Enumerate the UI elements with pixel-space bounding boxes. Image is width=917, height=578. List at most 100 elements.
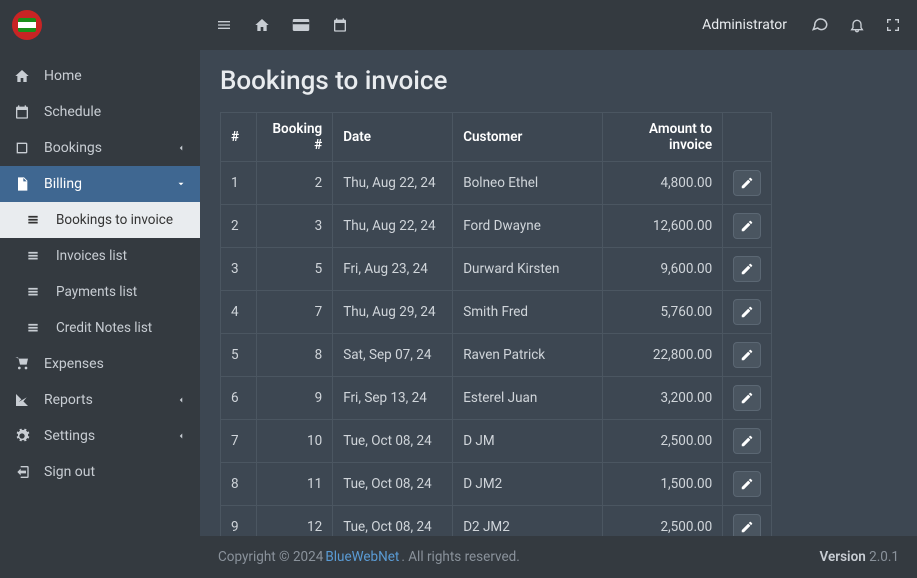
sidebar-item-invoices-list[interactable]: Invoices list bbox=[0, 238, 200, 274]
sidebar-item-signout[interactable]: Sign out bbox=[0, 454, 200, 490]
pencil-icon bbox=[740, 219, 754, 233]
chevron-left-icon bbox=[176, 431, 186, 441]
calendar-icon[interactable] bbox=[332, 17, 348, 33]
cart-icon bbox=[14, 356, 34, 372]
calendar-icon bbox=[14, 104, 34, 120]
footer-copyright-suffix: . All rights reserved. bbox=[401, 549, 519, 565]
cell-customer: Esterel Juan bbox=[453, 377, 603, 420]
footer-version-number: 2.0.1 bbox=[869, 549, 899, 565]
table-row: 47Thu, Aug 29, 24Smith Fred5,760.00 bbox=[221, 291, 772, 334]
edit-button[interactable] bbox=[733, 342, 761, 368]
file-icon bbox=[14, 176, 34, 192]
cell-customer: Smith Fred bbox=[453, 291, 603, 334]
cell-amount: 12,600.00 bbox=[603, 205, 723, 248]
list-icon bbox=[26, 213, 46, 227]
username-label[interactable]: Administrator bbox=[702, 17, 787, 33]
edit-button[interactable] bbox=[733, 299, 761, 325]
sidebar-item-label: Credit Notes list bbox=[56, 320, 152, 336]
edit-button[interactable] bbox=[733, 471, 761, 497]
chevron-left-icon bbox=[176, 143, 186, 153]
sidebar-item-billing[interactable]: Billing bbox=[0, 166, 200, 202]
table-row: 912Tue, Oct 08, 24D2 JM22,500.00 bbox=[221, 506, 772, 537]
sidebar-item-label: Billing bbox=[44, 176, 82, 192]
edit-button[interactable] bbox=[733, 256, 761, 282]
chat-icon[interactable] bbox=[811, 16, 829, 34]
col-header-date: Date bbox=[333, 113, 453, 162]
footer-brand[interactable]: BlueWebNet bbox=[325, 549, 399, 565]
edit-button[interactable] bbox=[733, 213, 761, 239]
cell-action bbox=[723, 162, 772, 205]
cell-customer: Bolneo Ethel bbox=[453, 162, 603, 205]
sidebar-item-bookings[interactable]: Bookings bbox=[0, 130, 200, 166]
pencil-icon bbox=[740, 477, 754, 491]
sidebar-item-expenses[interactable]: Expenses bbox=[0, 346, 200, 382]
cell-booking: 9 bbox=[257, 377, 333, 420]
table-row: 23Thu, Aug 22, 24Ford Dwayne12,600.00 bbox=[221, 205, 772, 248]
col-header-booking: Booking # bbox=[257, 113, 333, 162]
cell-booking: 7 bbox=[257, 291, 333, 334]
edit-button[interactable] bbox=[733, 428, 761, 454]
pencil-icon bbox=[740, 348, 754, 362]
cell-date: Sat, Sep 07, 24 bbox=[333, 334, 453, 377]
table-row: 35Fri, Aug 23, 24Durward Kirsten9,600.00 bbox=[221, 248, 772, 291]
sidebar-item-label: Expenses bbox=[44, 356, 104, 372]
sidebar-item-label: Bookings to invoice bbox=[56, 212, 173, 228]
chevron-down-icon bbox=[176, 179, 186, 189]
cell-booking: 2 bbox=[257, 162, 333, 205]
app-logo bbox=[0, 0, 200, 50]
cell-customer: D2 JM2 bbox=[453, 506, 603, 537]
pencil-icon bbox=[740, 176, 754, 190]
sidebar-item-settings[interactable]: Settings bbox=[0, 418, 200, 454]
list-icon bbox=[26, 249, 46, 263]
sidebar-item-label: Payments list bbox=[56, 284, 137, 300]
pencil-icon bbox=[740, 262, 754, 276]
cell-customer: Durward Kirsten bbox=[453, 248, 603, 291]
book-icon bbox=[14, 140, 34, 156]
home-icon[interactable] bbox=[254, 17, 270, 33]
card-icon[interactable] bbox=[292, 18, 310, 32]
sidebar-item-bookings-to-invoice[interactable]: Bookings to invoice bbox=[0, 202, 200, 238]
cell-date: Fri, Aug 23, 24 bbox=[333, 248, 453, 291]
cell-index: 6 bbox=[221, 377, 257, 420]
chevron-left-icon bbox=[176, 395, 186, 405]
cell-customer: Raven Patrick bbox=[453, 334, 603, 377]
cell-date: Tue, Oct 08, 24 bbox=[333, 506, 453, 537]
footer-version: Version 2.0.1 bbox=[820, 549, 899, 565]
content-area: Bookings to invoice # Booking # Date Cus… bbox=[200, 50, 917, 536]
sidebar-item-label: Settings bbox=[44, 428, 95, 444]
sidebar-item-credit-notes-list[interactable]: Credit Notes list bbox=[0, 310, 200, 346]
edit-button[interactable] bbox=[733, 385, 761, 411]
edit-button[interactable] bbox=[733, 170, 761, 196]
signout-icon bbox=[14, 464, 34, 480]
cell-booking: 8 bbox=[257, 334, 333, 377]
cell-amount: 5,760.00 bbox=[603, 291, 723, 334]
cell-action bbox=[723, 506, 772, 537]
table-row: 12Thu, Aug 22, 24Bolneo Ethel4,800.00 bbox=[221, 162, 772, 205]
cell-booking: 5 bbox=[257, 248, 333, 291]
menu-icon[interactable] bbox=[216, 17, 232, 33]
page-title: Bookings to invoice bbox=[220, 66, 897, 96]
sidebar-item-schedule[interactable]: Schedule bbox=[0, 94, 200, 130]
cell-customer: D JM2 bbox=[453, 463, 603, 506]
cell-booking: 10 bbox=[257, 420, 333, 463]
cell-index: 7 bbox=[221, 420, 257, 463]
sidebar-item-label: Bookings bbox=[44, 140, 102, 156]
sidebar-item-payments-list[interactable]: Payments list bbox=[0, 274, 200, 310]
sidebar-item-home[interactable]: Home bbox=[0, 58, 200, 94]
gear-icon bbox=[14, 428, 34, 444]
sidebar-item-reports[interactable]: Reports bbox=[0, 382, 200, 418]
expand-icon[interactable] bbox=[885, 17, 901, 33]
cell-booking: 11 bbox=[257, 463, 333, 506]
bell-icon[interactable] bbox=[849, 16, 865, 34]
home-icon bbox=[14, 68, 34, 84]
cell-action bbox=[723, 291, 772, 334]
cell-date: Tue, Oct 08, 24 bbox=[333, 463, 453, 506]
cell-amount: 4,800.00 bbox=[603, 162, 723, 205]
cell-amount: 22,800.00 bbox=[603, 334, 723, 377]
cell-date: Tue, Oct 08, 24 bbox=[333, 420, 453, 463]
edit-button[interactable] bbox=[733, 514, 761, 536]
cell-action bbox=[723, 463, 772, 506]
sidebar-item-label: Sign out bbox=[44, 464, 95, 480]
pencil-icon bbox=[740, 434, 754, 448]
footer-copyright-prefix: Copyright © 2024 bbox=[218, 549, 323, 565]
